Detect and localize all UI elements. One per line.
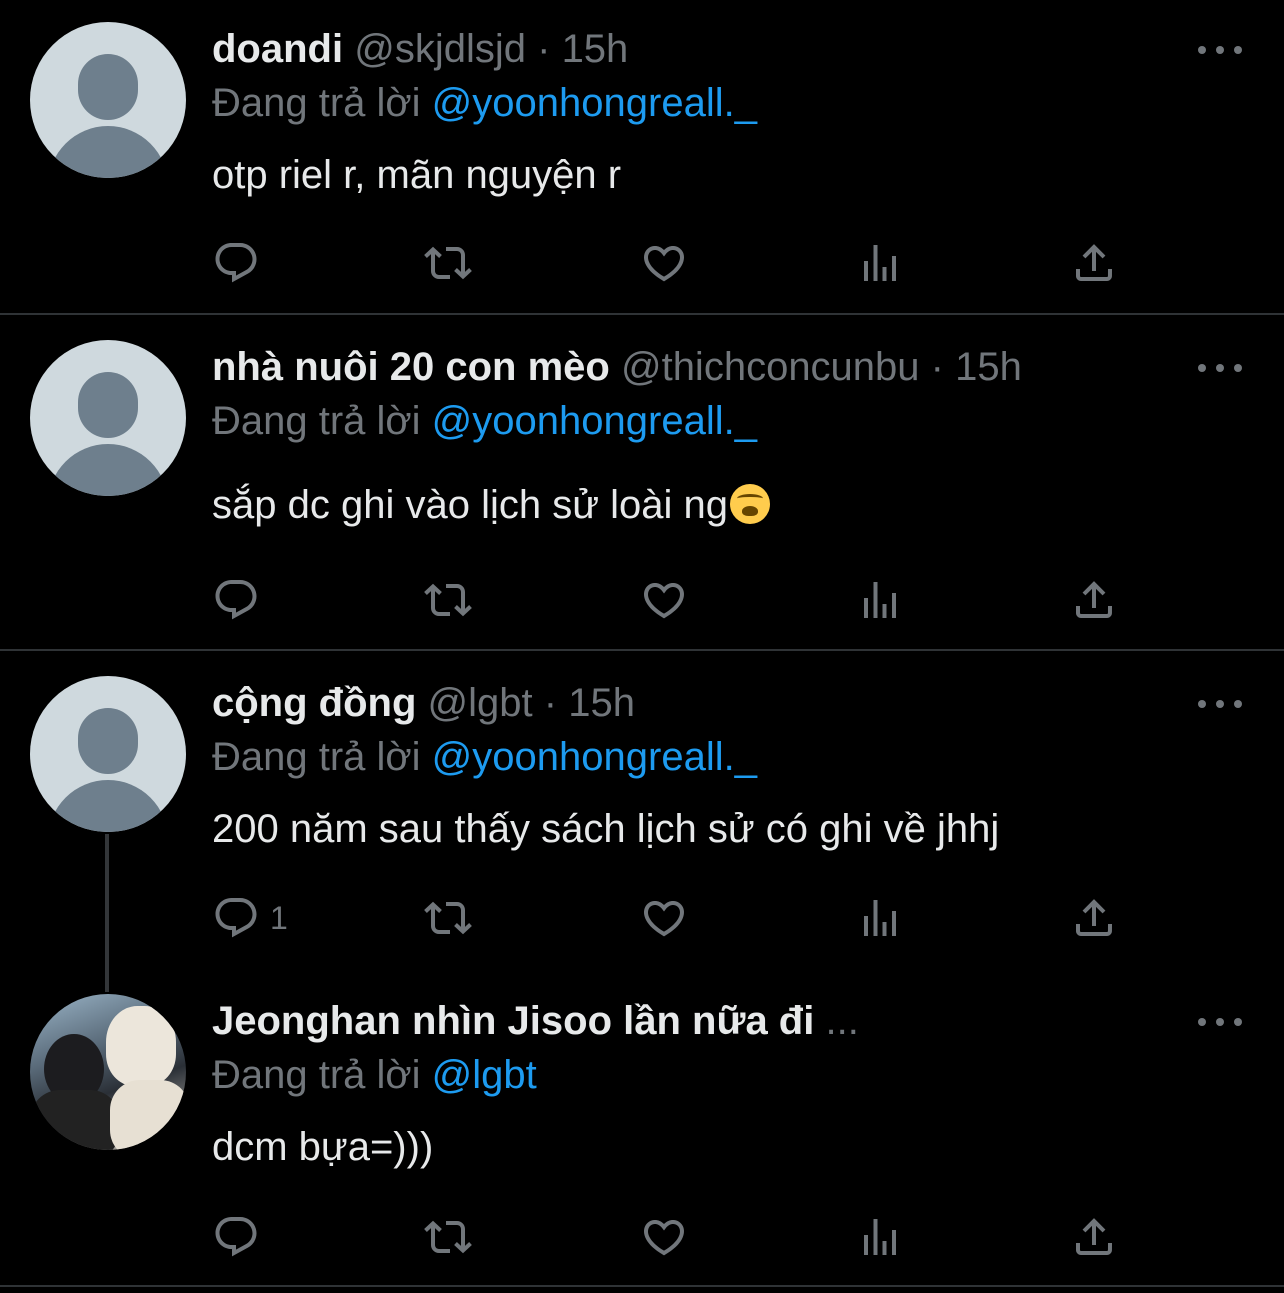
reply-prefix: Đang trả lời	[212, 735, 421, 779]
user-handle[interactable]: @thichconcunbu	[621, 345, 920, 389]
tweet-header: Jeonghan nhìn Jisoo lần nữa đi ...	[212, 996, 859, 1046]
views-icon	[864, 1219, 896, 1255]
avatar[interactable]	[30, 994, 186, 1150]
like-button[interactable]	[640, 1212, 688, 1262]
more-icon[interactable]	[1198, 40, 1242, 60]
user-handle[interactable]: @lgbt	[428, 681, 533, 725]
tweet-text-content: sắp dc ghi vào lịch sử loài ng	[212, 483, 728, 527]
share-icon	[1076, 1218, 1112, 1255]
views-icon	[864, 245, 896, 281]
reply-button[interactable]	[212, 238, 270, 288]
share-icon	[1076, 581, 1112, 618]
thread-connector	[105, 834, 109, 992]
avatar[interactable]	[30, 22, 186, 178]
share-button[interactable]	[1070, 893, 1118, 943]
more-icon[interactable]	[1198, 1012, 1242, 1032]
views-button[interactable]	[856, 893, 904, 943]
user-handle[interactable]: @skjdlsjd	[354, 27, 526, 71]
action-bar: 1	[212, 893, 1212, 943]
share-button[interactable]	[1070, 1212, 1118, 1262]
views-icon	[864, 900, 896, 936]
tweet-text: otp riel r, mãn nguyện r	[212, 153, 622, 197]
display-name[interactable]: doandi	[212, 27, 343, 71]
heart-icon	[643, 583, 685, 619]
action-bar	[212, 1212, 1212, 1262]
reply-mention[interactable]: @lgbt	[432, 1053, 537, 1097]
reply-mention[interactable]: @yoonhongreall._	[432, 81, 757, 125]
divider	[0, 649, 1284, 651]
retweet-icon	[424, 901, 472, 935]
tweet-text: dcm bựa=)))	[212, 1125, 434, 1169]
retweet-button[interactable]	[424, 575, 472, 625]
tweet-text: 200 năm sau thấy sách lịch sử có ghi về …	[212, 807, 1000, 851]
name-ellipsis: ...	[825, 999, 859, 1043]
heart-icon	[643, 246, 685, 282]
divider	[0, 313, 1284, 315]
timestamp[interactable]: 15h	[562, 27, 629, 71]
display-name[interactable]: nhà nuôi 20 con mèo	[212, 345, 610, 389]
more-icon[interactable]	[1198, 694, 1242, 714]
display-name[interactable]: Jeonghan nhìn Jisoo lần nữa đi	[212, 999, 814, 1043]
retweet-icon	[424, 583, 472, 617]
retweet-button[interactable]	[424, 893, 472, 943]
reply-prefix: Đang trả lời	[212, 81, 421, 125]
views-button[interactable]	[856, 575, 904, 625]
like-button[interactable]	[640, 575, 688, 625]
like-button[interactable]	[640, 238, 688, 288]
share-button[interactable]	[1070, 575, 1118, 625]
tweet-text: sắp dc ghi vào lịch sử loài ng	[212, 480, 770, 530]
reply-icon	[215, 898, 257, 938]
heart-icon	[643, 901, 685, 937]
reply-context: Đang trả lời @yoonhongreall._	[212, 732, 757, 782]
action-bar	[212, 575, 1212, 625]
more-icon[interactable]	[1198, 358, 1242, 378]
crying-face-emoji-icon	[729, 484, 770, 524]
reply-icon	[215, 580, 257, 620]
reply-count: 1	[270, 899, 288, 936]
tweet-header: cộng đồng @lgbt · 15h	[212, 678, 635, 728]
avatar-placeholder-icon	[78, 708, 138, 774]
action-bar	[212, 238, 1212, 288]
tweet-header: doandi @skjdlsjd · 15h	[212, 24, 628, 74]
views-icon	[864, 582, 896, 618]
avatar[interactable]	[30, 340, 186, 496]
retweet-button[interactable]	[424, 1212, 472, 1262]
avatar[interactable]	[30, 676, 186, 832]
share-icon	[1076, 899, 1112, 936]
like-button[interactable]	[640, 893, 688, 943]
retweet-icon	[424, 246, 472, 280]
reply-button[interactable]: 1	[212, 893, 288, 943]
retweet-icon	[424, 1220, 472, 1254]
share-icon	[1076, 244, 1112, 281]
reply-prefix: Đang trả lời	[212, 399, 421, 443]
avatar-placeholder-icon	[78, 54, 138, 120]
separator: ·	[537, 27, 551, 71]
reply-context: Đang trả lời @lgbt	[212, 1050, 537, 1100]
separator: ·	[543, 681, 558, 725]
reply-icon	[215, 1217, 257, 1257]
reply-mention[interactable]: @yoonhongreall._	[432, 735, 757, 779]
divider	[0, 1285, 1284, 1287]
reply-icon	[215, 243, 257, 283]
heart-icon	[643, 1220, 685, 1256]
views-button[interactable]	[856, 1212, 904, 1262]
separator: ·	[930, 345, 944, 389]
timestamp[interactable]: 15h	[955, 345, 1022, 389]
reply-prefix: Đang trả lời	[212, 1053, 421, 1097]
reply-button[interactable]	[212, 1212, 270, 1262]
reply-button[interactable]	[212, 575, 270, 625]
reply-context: Đang trả lời @yoonhongreall._	[212, 78, 757, 128]
tweet-header: nhà nuôi 20 con mèo @thichconcunbu · 15h	[212, 342, 1022, 392]
retweet-button[interactable]	[424, 238, 472, 288]
timestamp[interactable]: 15h	[568, 681, 635, 725]
avatar-placeholder-icon	[78, 372, 138, 438]
reply-mention[interactable]: @yoonhongreall._	[432, 399, 757, 443]
display-name[interactable]: cộng đồng	[212, 681, 416, 725]
reply-context: Đang trả lời @yoonhongreall._	[212, 396, 757, 446]
share-button[interactable]	[1070, 238, 1118, 288]
views-button[interactable]	[856, 238, 904, 288]
